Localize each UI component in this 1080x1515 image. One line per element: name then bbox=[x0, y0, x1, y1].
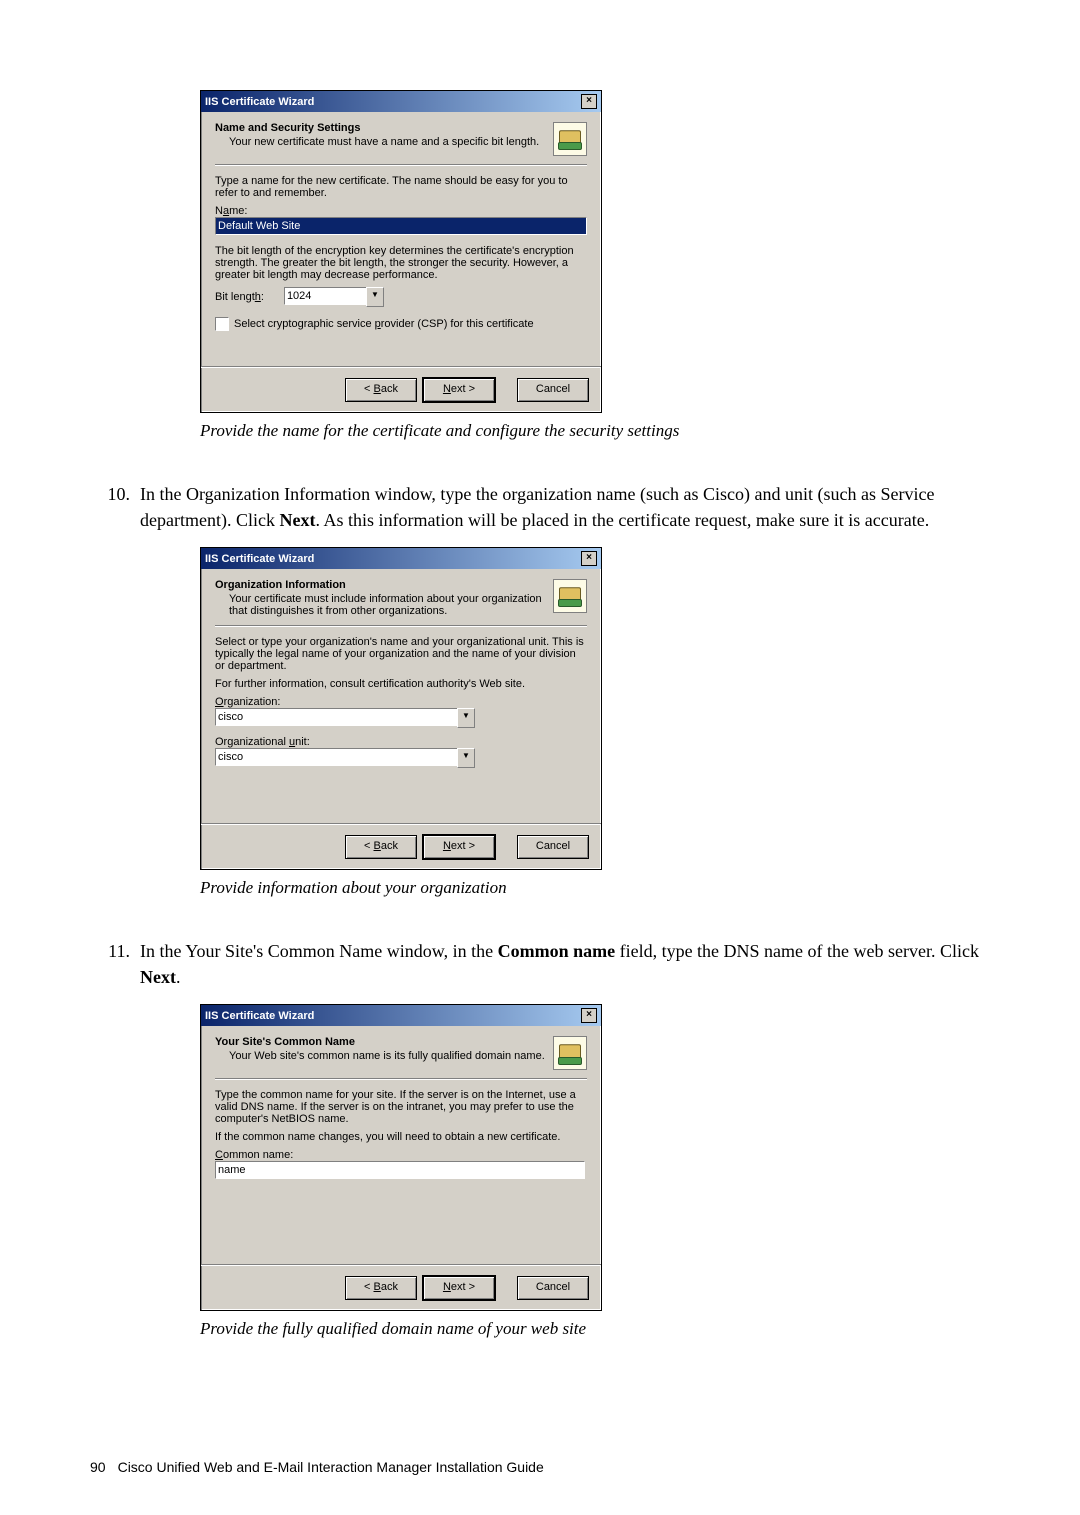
step-11: 11. In the Your Site's Common Name windo… bbox=[90, 938, 990, 990]
cancel-button[interactable]: Cancel bbox=[517, 835, 589, 859]
figure-caption: Provide the name for the certificate and… bbox=[200, 421, 990, 441]
instruction-text: Select or type your organization's name … bbox=[215, 636, 587, 672]
name-input[interactable] bbox=[215, 217, 587, 235]
titlebar: IIS Certificate Wizard × bbox=[201, 91, 601, 112]
step-10: 10. In the Organization Information wind… bbox=[90, 481, 990, 533]
dialog-org-info: IIS Certificate Wizard × Organization In… bbox=[200, 547, 602, 870]
button-row: < Back Next > Cancel bbox=[201, 1265, 601, 1310]
ou-combo[interactable]: ▼ bbox=[215, 748, 475, 768]
figure-caption: Provide information about your organizat… bbox=[200, 878, 990, 898]
org-label: Organization: bbox=[215, 696, 587, 708]
dialog-heading: Your Site's Common Name bbox=[215, 1036, 545, 1048]
csp-label: Select cryptographic service provider (C… bbox=[234, 318, 534, 330]
button-row: < Back Next > Cancel bbox=[201, 824, 601, 869]
instruction-text: If the common name changes, you will nee… bbox=[215, 1131, 587, 1143]
name-label: Name: bbox=[215, 205, 587, 217]
dialog-header: Name and Security Settings Your new cert… bbox=[215, 122, 587, 165]
dialog-header: Organization Information Your certificat… bbox=[215, 579, 587, 626]
button-row: < Back Next > Cancel bbox=[201, 367, 601, 412]
org-input[interactable] bbox=[215, 708, 457, 726]
instruction-text: Type a name for the new certificate. The… bbox=[215, 175, 587, 199]
cancel-button[interactable]: Cancel bbox=[517, 378, 589, 402]
window-title: IIS Certificate Wizard bbox=[205, 1010, 314, 1022]
dialog-heading: Name and Security Settings bbox=[215, 122, 545, 134]
dialog-subtitle: Your certificate must include informatio… bbox=[229, 593, 545, 617]
next-button[interactable]: Next > bbox=[423, 1276, 495, 1300]
dialog-common-name: IIS Certificate Wizard × Your Site's Com… bbox=[200, 1004, 602, 1311]
dialog-body: Your Site's Common Name Your Web site's … bbox=[201, 1026, 601, 1265]
back-button[interactable]: < Back bbox=[345, 835, 417, 859]
page-number: 90 bbox=[90, 1459, 106, 1475]
titlebar: IIS Certificate Wizard × bbox=[201, 548, 601, 569]
cn-label: Common name: bbox=[215, 1149, 587, 1161]
dialog-subtitle: Your new certificate must have a name an… bbox=[229, 136, 545, 148]
chevron-down-icon[interactable]: ▼ bbox=[457, 748, 475, 768]
footer-title: Cisco Unified Web and E-Mail Interaction… bbox=[118, 1459, 544, 1475]
step-number: 11. bbox=[90, 938, 140, 990]
instruction-text: For further information, consult certifi… bbox=[215, 678, 587, 690]
chevron-down-icon[interactable]: ▼ bbox=[457, 708, 475, 728]
step-text: In the Organization Information window, … bbox=[140, 481, 990, 533]
certificate-icon bbox=[553, 1036, 587, 1070]
certificate-icon bbox=[553, 579, 587, 613]
close-icon[interactable]: × bbox=[581, 94, 597, 109]
next-button[interactable]: Next > bbox=[423, 378, 495, 402]
ou-input[interactable] bbox=[215, 748, 457, 766]
chevron-down-icon[interactable]: ▼ bbox=[366, 287, 384, 307]
instruction-text: The bit length of the encryption key det… bbox=[215, 245, 587, 281]
certificate-icon bbox=[553, 122, 587, 156]
dialog-heading: Organization Information bbox=[215, 579, 545, 591]
page-content: IIS Certificate Wizard × Name and Securi… bbox=[0, 0, 1080, 1515]
figure-1: IIS Certificate Wizard × Name and Securi… bbox=[200, 90, 990, 441]
window-title: IIS Certificate Wizard bbox=[205, 96, 314, 108]
page-footer: 90 Cisco Unified Web and E-Mail Interact… bbox=[90, 1459, 990, 1475]
figure-caption: Provide the fully qualified domain name … bbox=[200, 1319, 990, 1339]
back-button[interactable]: < Back bbox=[345, 378, 417, 402]
back-button[interactable]: < Back bbox=[345, 1276, 417, 1300]
ou-label: Organizational unit: bbox=[215, 736, 587, 748]
dialog-subtitle: Your Web site's common name is its fully… bbox=[229, 1050, 545, 1062]
titlebar: IIS Certificate Wizard × bbox=[201, 1005, 601, 1026]
csp-checkbox[interactable] bbox=[215, 317, 229, 331]
bitlength-input[interactable] bbox=[284, 287, 366, 305]
figure-2: IIS Certificate Wizard × Organization In… bbox=[200, 547, 990, 898]
step-text: In the Your Site's Common Name window, i… bbox=[140, 938, 990, 990]
dialog-name-security: IIS Certificate Wizard × Name and Securi… bbox=[200, 90, 602, 413]
close-icon[interactable]: × bbox=[581, 551, 597, 566]
figure-3: IIS Certificate Wizard × Your Site's Com… bbox=[200, 1004, 990, 1339]
dialog-body: Organization Information Your certificat… bbox=[201, 569, 601, 824]
org-combo[interactable]: ▼ bbox=[215, 708, 475, 728]
bitlength-combo[interactable]: ▼ bbox=[284, 287, 384, 307]
step-number: 10. bbox=[90, 481, 140, 533]
next-button[interactable]: Next > bbox=[423, 835, 495, 859]
instruction-text: Type the common name for your site. If t… bbox=[215, 1089, 587, 1125]
bitlength-label: Bit length: bbox=[215, 291, 264, 303]
dialog-body: Name and Security Settings Your new cert… bbox=[201, 112, 601, 367]
window-title: IIS Certificate Wizard bbox=[205, 553, 314, 565]
cancel-button[interactable]: Cancel bbox=[517, 1276, 589, 1300]
close-icon[interactable]: × bbox=[581, 1008, 597, 1023]
dialog-header: Your Site's Common Name Your Web site's … bbox=[215, 1036, 587, 1079]
cn-input[interactable] bbox=[215, 1161, 585, 1179]
